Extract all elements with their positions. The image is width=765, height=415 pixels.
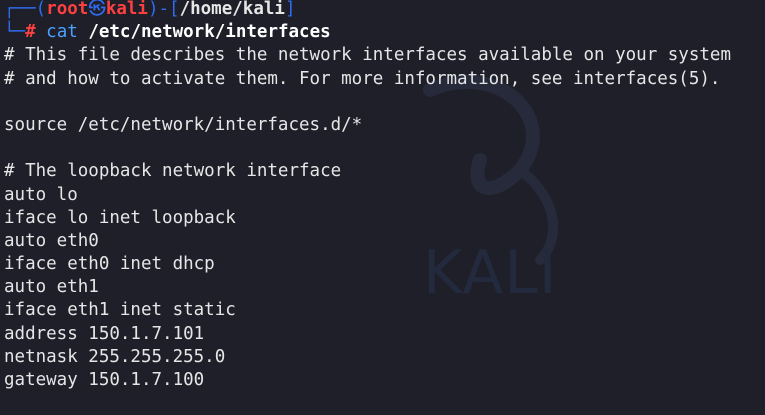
output-line: address 150.1.7.101 — [4, 323, 205, 344]
output-line: netnask 255.255.255.0 — [4, 346, 226, 367]
output-line: gateway 150.1.7.100 — [4, 370, 205, 390]
output-line: auto eth1 — [4, 277, 99, 298]
command-name: cat — [46, 22, 78, 43]
prompt-open-bracket: ┌──( — [4, 0, 47, 19]
prompt-mid: )-[ — [147, 0, 180, 19]
prompt-close: ] — [284, 0, 296, 19]
command-args: /etc/network/interfaces — [88, 22, 331, 43]
output-line: # and how to activate them. For more inf… — [4, 68, 721, 89]
output-line: # This file describes the network interf… — [4, 45, 731, 66]
prompt-line-1: ┌──(root㉿kali)-[/home/kali] — [4, 0, 765, 21]
prompt-path: /home/kali — [179, 0, 285, 19]
prompt-separator: ㉿ — [88, 0, 106, 19]
prompt-host: kali — [105, 0, 148, 19]
output-line: auto lo — [4, 184, 78, 205]
terminal-window[interactable]: KALI ┌──(root㉿kali)-[/home/kali] └─# cat… — [0, 0, 765, 415]
output-line: source /etc/network/interfaces.d/* — [4, 114, 363, 135]
output-line: auto eth0 — [4, 230, 99, 251]
prompt-line-2: └─# cat /etc/network/interfaces — [4, 21, 765, 44]
output-line: iface lo inet loopback — [4, 207, 236, 228]
output-line: # The loopback network interface — [4, 161, 342, 182]
terminal-output: ┌──(root㉿kali)-[/home/kali] └─# cat /etc… — [4, 0, 765, 392]
prompt-hash: # — [25, 22, 36, 43]
output-line: iface eth0 inet dhcp — [4, 254, 215, 275]
prompt-user: root — [46, 0, 89, 19]
output-line: iface eth1 inet static — [4, 300, 236, 321]
prompt-corner: └─ — [4, 22, 26, 43]
